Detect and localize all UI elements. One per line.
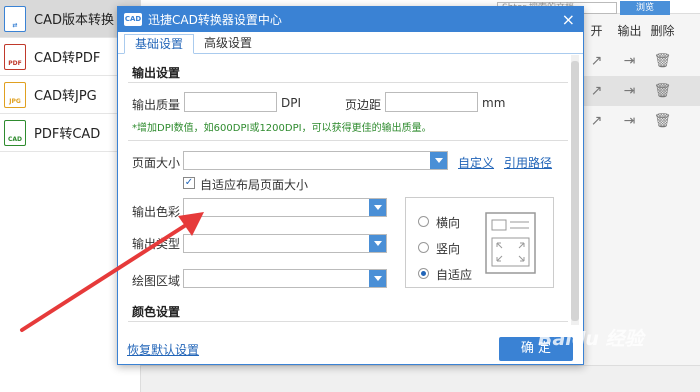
type-select[interactable] <box>183 234 387 253</box>
column-open: 开 <box>590 24 603 38</box>
trash-icon[interactable]: 🗑 <box>646 53 679 69</box>
sidebar-item-label: CAD转PDF <box>34 51 101 66</box>
output-icon[interactable]: ⇥ <box>613 53 646 69</box>
margin-label: 页边距 <box>345 98 382 112</box>
close-icon[interactable]: × <box>562 10 575 29</box>
sidebar-item-label: CAD版本转换 <box>34 13 114 28</box>
divider <box>128 140 568 141</box>
background-footer <box>141 365 700 392</box>
dpi-unit: DPI <box>281 96 302 110</box>
scrollbar[interactable] <box>571 55 579 325</box>
app-logo-icon: CAD <box>124 13 142 26</box>
settings-dialog: CAD 迅捷CAD转换器设置中心 × 基础设置 高级设置 输出设置 输出质量 D… <box>117 6 584 365</box>
mm-unit: mm <box>482 96 506 110</box>
custom-link[interactable]: 自定义 <box>458 154 494 171</box>
jpg-file-icon: JPG <box>4 81 26 108</box>
portrait-label: 竖向 <box>436 242 461 256</box>
pdf-file-icon: PDF <box>4 43 26 70</box>
open-icon[interactable]: ↗ <box>580 83 613 99</box>
chevron-down-icon[interactable] <box>369 235 386 252</box>
dialog-titlebar[interactable]: CAD 迅捷CAD转换器设置中心 × <box>118 7 583 32</box>
adaptive-radio[interactable] <box>418 268 429 279</box>
dpi-hint: *增加DPI数值，如600DPI或1200DPI，可以获得更佳的输出质量。 <box>132 123 432 134</box>
divider <box>128 82 568 83</box>
trash-icon[interactable]: 🗑 <box>646 83 679 99</box>
tab-advanced-settings[interactable]: 高级设置 <box>194 34 262 53</box>
landscape-label: 横向 <box>436 216 461 230</box>
file-list-header: 开 输出 删除 <box>580 20 700 42</box>
table-row: ↗ ⇥ 🗑 <box>580 46 700 76</box>
tab-basic-settings[interactable]: 基础设置 <box>124 34 195 54</box>
page-size-label: 页面大小 <box>132 156 181 170</box>
auto-layout-checkbox[interactable]: ✓ <box>183 177 195 189</box>
output-icon[interactable]: ⇥ <box>613 113 646 129</box>
sidebar-item-label: CAD转JPG <box>34 89 97 104</box>
trash-icon[interactable]: 🗑 <box>646 113 679 129</box>
color-select[interactable] <box>183 198 387 217</box>
type-label: 输出类型 <box>132 237 181 251</box>
open-icon[interactable]: ↗ <box>580 113 613 129</box>
page-layout-icon <box>485 212 536 274</box>
chevron-down-icon[interactable] <box>430 152 447 169</box>
browse-button[interactable]: 浏览 <box>620 1 670 15</box>
color-label: 输出色彩 <box>132 205 181 219</box>
landscape-radio[interactable] <box>418 216 429 227</box>
auto-layout-label: 自适应布局页面大小 <box>200 178 309 192</box>
area-select[interactable] <box>183 269 387 288</box>
sidebar-item-label: PDF转CAD <box>34 127 101 142</box>
ref-path-link[interactable]: 引用路径 <box>504 154 552 171</box>
output-settings-heading: 输出设置 <box>132 66 181 80</box>
margin-input[interactable] <box>385 92 478 112</box>
restore-defaults-link[interactable]: 恢复默认设置 <box>127 341 199 358</box>
arrows-icon: ⇄ <box>4 5 26 32</box>
area-label: 绘图区域 <box>132 274 181 288</box>
open-icon[interactable]: ↗ <box>580 53 613 69</box>
watermark: Baidu 经验 <box>538 328 644 350</box>
chevron-down-icon[interactable] <box>369 199 386 216</box>
column-output: 输出 <box>617 24 642 38</box>
scrollbar-thumb[interactable] <box>571 61 579 321</box>
orientation-group: 横向 竖向 自适应 <box>405 197 554 288</box>
portrait-radio[interactable] <box>418 242 429 253</box>
cad-file-icon: CAD <box>4 119 26 146</box>
tab-bar: 基础设置 高级设置 <box>118 32 583 54</box>
color-settings-heading: 颜色设置 <box>132 305 181 319</box>
output-icon[interactable]: ⇥ <box>613 83 646 99</box>
adaptive-label: 自适应 <box>436 268 473 282</box>
chevron-down-icon[interactable] <box>369 270 386 287</box>
quality-input[interactable] <box>184 92 277 112</box>
divider <box>128 321 568 322</box>
table-row: ↗ ⇥ 🗑 <box>580 76 700 106</box>
column-delete: 删除 <box>650 24 675 38</box>
dialog-title: 迅捷CAD转换器设置中心 <box>148 13 282 27</box>
quality-label: 输出质量 <box>132 98 181 112</box>
page-size-select[interactable] <box>183 151 448 170</box>
table-row: ↗ ⇥ 🗑 <box>580 106 700 136</box>
